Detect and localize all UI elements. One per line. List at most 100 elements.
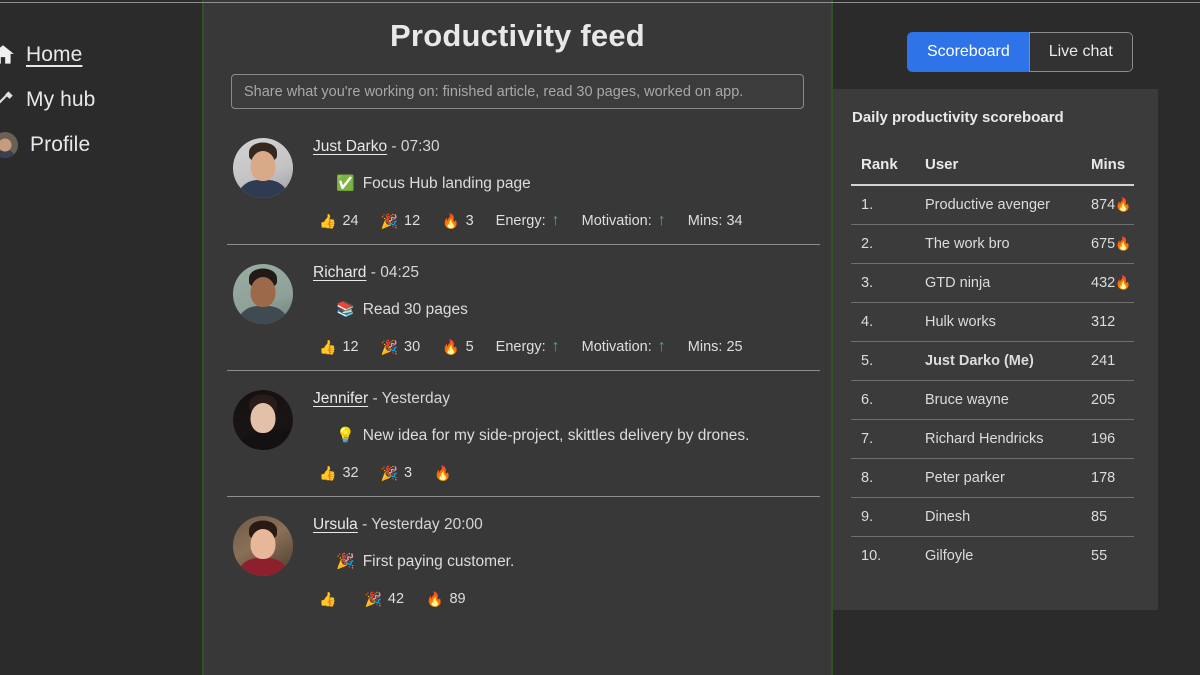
post-text: 🎉 First paying customer. xyxy=(313,552,821,572)
post-text-body: First paying customer. xyxy=(362,553,515,570)
post-header: Ursula - Yesterday 20:00 xyxy=(313,515,821,535)
cell-mins: 85 xyxy=(1085,497,1134,537)
sidebar-item-home[interactable]: Home xyxy=(0,32,202,77)
motivation-label: Motivation: xyxy=(581,213,652,229)
motivation-label: Motivation: xyxy=(581,339,652,355)
page-title: Productivity feed xyxy=(390,18,645,53)
party-count: 3 xyxy=(404,465,413,481)
avatar xyxy=(233,264,293,324)
arrow-up-icon: ↑ xyxy=(551,338,560,355)
cell-user: The work bro xyxy=(925,224,1085,264)
post-divider xyxy=(227,370,820,371)
cell-mins: 55 xyxy=(1085,537,1134,576)
sidebar-item-home-label: Home xyxy=(26,42,83,66)
mins-value: 85 xyxy=(1091,509,1108,525)
sidebar-item-profile[interactable]: Profile xyxy=(0,122,202,167)
table-row[interactable]: 7. Richard Hendricks 196 xyxy=(851,419,1134,459)
post-text-body: Focus Hub landing page xyxy=(362,175,531,192)
party-popper-icon: 🎉 xyxy=(380,213,399,229)
table-row[interactable]: 10. Gilfoyle 55 xyxy=(851,537,1134,576)
post-item: Ursula - Yesterday 20:00 🎉 First paying c… xyxy=(204,511,831,608)
post-reactions: 👍 12 🎉 30 🔥 5 Energy: ↑ Motivation: ↑ Mi… xyxy=(313,338,821,356)
fire-reaction[interactable]: 🔥 5 xyxy=(442,338,474,356)
fire-icon: 🔥 xyxy=(1115,236,1132,251)
sidebar: Home My hub Profile xyxy=(0,0,204,675)
table-row[interactable]: 5. Just Darko (Me) 241 xyxy=(851,341,1134,381)
window-top-edge xyxy=(0,2,1200,3)
cell-user: Gilfoyle xyxy=(925,548,974,564)
scoreboard-head: Rank User Mins xyxy=(851,156,1134,186)
post-timestamp: - Yesterday 20:00 xyxy=(362,516,483,533)
mins-value: 196 xyxy=(1091,431,1116,447)
table-row[interactable]: 4. Hulk works 312 xyxy=(851,302,1134,342)
mins-value: 55 xyxy=(1091,548,1108,564)
cell-rank: 3. xyxy=(851,263,925,303)
thumbs-up-reaction[interactable]: 👍 24 xyxy=(319,212,359,230)
cell-user: Richard Hendricks xyxy=(925,419,1085,459)
avatar xyxy=(233,138,293,198)
party-count: 42 xyxy=(387,591,405,607)
post-item: Just Darko - 07:30 ✅ Focus Hub landing pa… xyxy=(204,133,831,230)
fire-reaction[interactable]: 🔥 3 xyxy=(442,212,474,230)
table-row[interactable]: 1. Productive avenger 874🔥 xyxy=(851,185,1134,225)
party-reaction[interactable]: 🎉 12 xyxy=(381,212,421,230)
cell-mins: 241 xyxy=(1085,341,1134,381)
post-item: Richard - 04:25 📚 Read 30 pages 👍 12 🎉 3… xyxy=(204,259,831,356)
party-popper-icon: 🎉 xyxy=(364,591,382,607)
column-header-rank: Rank xyxy=(851,156,925,186)
party-reaction[interactable]: 🎉 3 xyxy=(381,464,413,482)
sidebar-item-my-hub[interactable]: My hub xyxy=(0,77,202,122)
thumbs-up-reaction[interactable]: 👍 xyxy=(319,590,342,608)
post-timestamp: - 07:30 xyxy=(391,138,440,155)
mins-value: 312 xyxy=(1091,314,1116,330)
light-bulb-icon: 💡 xyxy=(336,427,355,444)
table-row[interactable]: 8. Peter parker 178 xyxy=(851,458,1134,498)
thumbs-up-reaction[interactable]: 👍 32 xyxy=(319,464,359,482)
post-divider xyxy=(227,496,820,497)
table-row[interactable]: 6. Bruce wayne 205 xyxy=(851,380,1134,420)
table-row[interactable]: 3. GTD ninja 432🔥 xyxy=(851,263,1134,303)
fire-reaction[interactable]: 🔥 xyxy=(434,464,457,482)
books-icon: 📚 xyxy=(336,301,355,318)
arrow-up-icon: ↑ xyxy=(551,212,560,229)
cell-rank: 8. xyxy=(851,458,925,498)
cell-rank: 10. xyxy=(861,548,882,564)
post-header: Jennifer - Yesterday xyxy=(313,389,821,409)
fire-reaction[interactable]: 🔥 89 xyxy=(426,590,466,608)
post-list: Just Darko - 07:30 ✅ Focus Hub landing pa… xyxy=(204,133,831,608)
mins-stat: Mins: 34 xyxy=(687,213,743,229)
table-row[interactable]: 9. Dinesh 85 xyxy=(851,497,1134,537)
motivation-stat: Motivation: ↑ xyxy=(582,212,666,230)
tab-scoreboard[interactable]: Scoreboard xyxy=(907,32,1029,72)
cell-rank: 2. xyxy=(851,224,925,264)
post-body: Richard - 04:25 📚 Read 30 pages 👍 12 🎉 3… xyxy=(293,259,821,356)
party-reaction[interactable]: 🎉 42 xyxy=(364,590,404,608)
post-author[interactable]: Richard xyxy=(313,264,366,281)
arrow-up-icon: ↑ xyxy=(657,212,666,229)
cell-mins: 312 xyxy=(1085,302,1134,342)
avatar xyxy=(233,516,293,576)
sidebar-item-profile-label: Profile xyxy=(30,132,91,156)
feed-column: Productivity feed Just Darko - 07:30 xyxy=(204,0,833,675)
post-author[interactable]: Just Darko xyxy=(313,138,387,155)
table-row[interactable]: 2. The work bro 675🔥 xyxy=(851,224,1134,264)
share-input[interactable] xyxy=(231,74,804,109)
fire-icon: 🔥 xyxy=(1115,275,1132,290)
fire-icon: 🔥 xyxy=(1115,197,1132,212)
fire-count: 3 xyxy=(465,213,474,229)
party-reaction[interactable]: 🎉 30 xyxy=(381,338,421,356)
tab-live-chat[interactable]: Live chat xyxy=(1028,32,1133,72)
post-author[interactable]: Ursula xyxy=(313,516,358,533)
scoreboard-panel: Daily productivity scoreboard Rank User … xyxy=(833,89,1158,610)
post-reactions: 👍 24 🎉 12 🔥 3 Energy: ↑ Motivation: ↑ Mi… xyxy=(313,212,821,230)
post-divider xyxy=(227,244,820,245)
post-timestamp: - 04:25 xyxy=(370,264,419,281)
post-author[interactable]: Jennifer xyxy=(313,390,368,407)
cell-rank: 9. xyxy=(851,497,925,537)
arrow-up-icon: ↑ xyxy=(657,338,666,355)
cell-rank: 6. xyxy=(851,380,925,420)
post-header: Just Darko - 07:30 xyxy=(313,137,821,157)
mins-value: 874 xyxy=(1091,197,1116,213)
thumbs-up-reaction[interactable]: 👍 12 xyxy=(319,338,359,356)
cell-mins: 178 xyxy=(1085,458,1134,498)
